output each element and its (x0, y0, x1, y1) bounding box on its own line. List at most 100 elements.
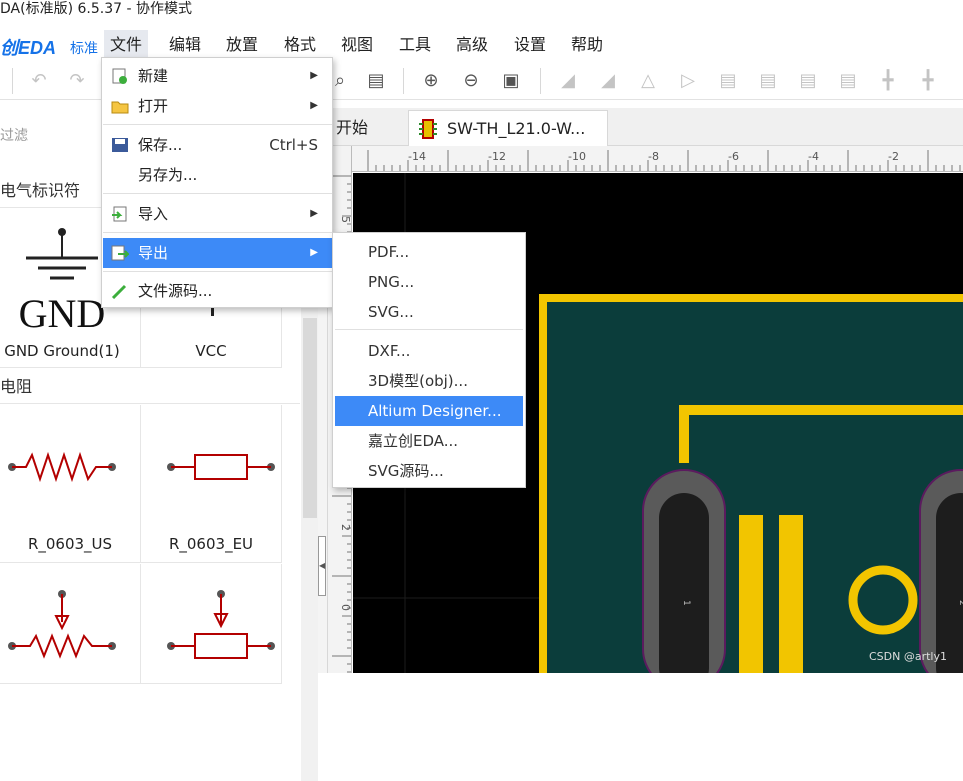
watermark: CSDN @artly1 (869, 650, 947, 663)
align-left-icon[interactable]: ◢ (555, 68, 581, 94)
align-right-icon[interactable]: ◢ (595, 68, 621, 94)
menu-help[interactable]: 帮助 (565, 30, 609, 60)
silk-bar-left (739, 515, 763, 673)
ruler-top-ticks: -14 -12 -10 -8 -6 -4 -2 (367, 150, 961, 171)
menu-file[interactable]: 文件 (104, 30, 149, 60)
symbol-cell-pot-us[interactable] (0, 564, 141, 684)
new-file-icon (112, 68, 127, 84)
collapse-panel-icon[interactable]: ◀ (318, 536, 326, 596)
rubber-icon[interactable]: ▤ (363, 68, 389, 94)
undo-icon[interactable]: ↶ (26, 68, 52, 94)
zoom-in-icon[interactable]: ⊕ (418, 68, 444, 94)
file-menu-dropdown: 新建 ▶ 打开 ▶ 保存... Ctrl+S 另存为... 导入 ▶ 导出 ▶ 文件源码.… (101, 57, 333, 308)
align-center-icon[interactable]: ▤ (795, 68, 821, 94)
submenu-arrow-icon: ▶ (310, 247, 318, 258)
menu-place[interactable]: 放置 (220, 30, 264, 60)
export-pdf[interactable]: PDF... (335, 237, 523, 267)
export-3d-obj[interactable]: 3D模型(obj)... (335, 366, 523, 396)
menu-separator (103, 271, 332, 272)
ruler-label: -12 (488, 150, 506, 163)
ruler-label: -2 (888, 150, 899, 163)
menu-item-import[interactable]: 导入 ▶ (103, 199, 332, 229)
align-top-icon[interactable]: ▤ (715, 68, 741, 94)
tab-start[interactable]: 开始 (328, 110, 376, 146)
menu-separator (103, 193, 332, 194)
ruler-label: -6 (728, 150, 739, 163)
menu-settings[interactable]: 设置 (508, 30, 552, 60)
panel-scrollbar-thumb[interactable] (303, 318, 317, 518)
symbol-cell-r0603-eu[interactable]: R_0603_EU (141, 405, 282, 563)
window-title: DA(标准版) 6.5.37 - 协作模式 (0, 0, 963, 22)
export-png[interactable]: PNG... (335, 267, 523, 297)
pad-1-hole (659, 493, 709, 673)
menu-separator (335, 329, 523, 330)
symbol-label: R_0603_US (27, 535, 113, 553)
menu-item-export[interactable]: 导出 ▶ (103, 238, 332, 268)
pad-2-hole (936, 493, 963, 673)
pad-2-label: 2 (957, 600, 963, 606)
menu-advanced[interactable]: 高级 (450, 30, 494, 60)
flip-h-icon[interactable]: △ (635, 68, 661, 94)
ruler-label: -14 (408, 150, 426, 163)
toolbar-separator (12, 68, 13, 94)
toolbar-separator (540, 68, 541, 94)
app-logo: 创EDA (0, 38, 57, 58)
symbol-label: R_0603_EU (168, 535, 254, 553)
ruler-horizontal: -14 -12 -10 -8 -6 -4 -2 (352, 146, 963, 172)
submenu-arrow-icon: ▶ (310, 208, 318, 219)
pad-1-label: 1 (681, 600, 691, 606)
ruler-label: 2 (339, 524, 352, 531)
symbol-cell-r0603-us[interactable]: R_0603_US (0, 405, 141, 563)
zoom-out-icon[interactable]: ⊖ (458, 68, 484, 94)
ruler-label: -4 (808, 150, 819, 163)
align-bottom-icon[interactable]: ▤ (755, 68, 781, 94)
toolbar-separator (403, 68, 404, 94)
export-altium[interactable]: Altium Designer... (335, 396, 523, 426)
shortcut-label: Ctrl+S (269, 136, 318, 154)
distribute-icon[interactable]: ▤ (835, 68, 861, 94)
menu-view[interactable]: 视图 (335, 30, 379, 60)
menu-separator (103, 232, 332, 233)
menu-tools[interactable]: 工具 (393, 30, 437, 60)
submenu-arrow-icon: ▶ (310, 100, 318, 111)
ruler-label: -10 (568, 150, 586, 163)
resistor-us-icon (8, 451, 116, 483)
menu-format[interactable]: 格式 (278, 30, 322, 60)
menu-item-open[interactable]: 打开 ▶ (103, 91, 332, 121)
menubar: 创EDA 标准 文件 编辑 放置 格式 视图 工具 高级 设置 帮助 (0, 30, 963, 60)
edition-label: 标准 (70, 41, 98, 57)
export-svg[interactable]: SVG... (335, 297, 523, 327)
menu-item-save[interactable]: 保存... Ctrl+S (103, 130, 332, 160)
export-dxf[interactable]: DXF... (335, 336, 523, 366)
distribute-h-icon[interactable]: ╋ (915, 68, 941, 94)
export-icon (111, 245, 129, 261)
menu-edit[interactable]: 编辑 (163, 30, 207, 60)
fit-icon[interactable]: ▣ (498, 68, 524, 94)
source-code-icon (111, 284, 127, 299)
ruler-label: 5 (339, 216, 352, 223)
footprint-icon (419, 119, 437, 139)
silk-bar-right (779, 515, 803, 673)
export-submenu: PDF... PNG... SVG... DXF... 3D模型(obj)...… (332, 232, 526, 488)
symbol-label: VCC (195, 342, 227, 360)
distribute-v-icon[interactable]: ╋ (875, 68, 901, 94)
menu-item-new[interactable]: 新建 ▶ (103, 61, 332, 91)
flip-v-icon[interactable]: ▷ (675, 68, 701, 94)
category-resistor[interactable]: 电阻 (0, 370, 300, 404)
ruler-label: 0 (339, 604, 352, 611)
ruler-label: -8 (648, 150, 659, 163)
export-svg-source[interactable]: SVG源码... (335, 456, 523, 486)
resistor-eu-icon (167, 454, 275, 480)
menu-separator (103, 124, 332, 125)
import-icon (112, 206, 127, 222)
symbol-cell-pot-eu[interactable] (141, 564, 282, 684)
redo-icon[interactable]: ↷ (64, 68, 90, 94)
tab-footprint-label: SW-TH_L21.0-W... (447, 119, 586, 138)
menu-item-source-code[interactable]: 文件源码... (103, 276, 332, 306)
tab-footprint[interactable]: SW-TH_L21.0-W... (408, 110, 608, 146)
save-icon (112, 138, 128, 152)
symbol-label: GND Ground(1) (4, 342, 120, 360)
export-jlc-eda[interactable]: 嘉立创EDA... (335, 426, 523, 456)
menu-item-save-as[interactable]: 另存为... (103, 160, 332, 190)
potentiometer-us-icon (8, 590, 116, 659)
